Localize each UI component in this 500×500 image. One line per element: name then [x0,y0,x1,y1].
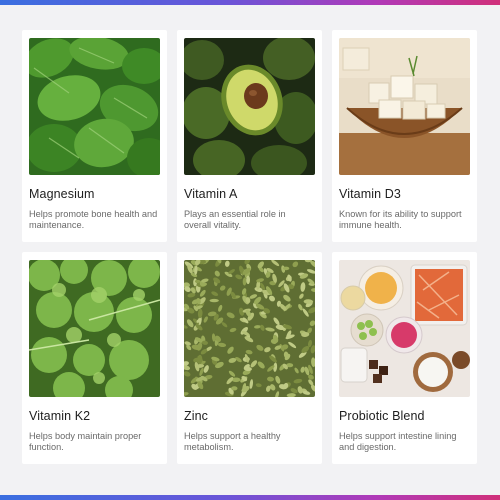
kale-photo [29,260,160,397]
pumpkin-seeds-photo [184,260,315,397]
nutrient-name: Magnesium [29,187,95,201]
nutrient-grid: Magnesium Helps promote bone health and … [22,30,477,464]
top-gradient-bar [0,0,500,5]
bottom-gradient-bar [0,495,500,500]
nutrient-card-vitamin-a: Vitamin A Plays an essential role in ove… [177,30,322,242]
nutrient-card-magnesium: Magnesium Helps promote bone health and … [22,30,167,242]
seed-mark [209,298,219,303]
nutrient-card-vitamin-k2: Vitamin K2 Helps body maintain proper fu… [22,252,167,464]
nutrient-name: Probiotic Blend [339,409,425,423]
nutrient-name: Vitamin K2 [29,409,91,423]
tofu-bowl-photo [339,38,470,175]
seed-mark [283,266,290,271]
nutrient-name: Vitamin D3 [339,187,401,201]
seed-mark [246,275,250,285]
nutrient-description: Plays an essential role in overall vital… [184,209,286,231]
avocados-photo [184,38,315,175]
nutrient-description: Known for its ability to support immune … [339,209,462,231]
seed-mark [231,386,238,391]
nutrient-description: Helps support a healthy metabolism. [184,431,281,453]
nutrient-card-vitamin-d3: Vitamin D3 Known for its ability to supp… [332,30,477,242]
spinach-leaves-photo [29,38,160,175]
nutrient-card-zinc: Zinc Helps support a healthy metabolism. [177,252,322,464]
nutrient-name: Vitamin A [184,187,238,201]
nutrient-name: Zinc [184,409,209,423]
fermented-foods-photo [339,260,470,397]
nutrient-description: Helps promote bone health and maintenanc… [29,209,158,231]
nutrient-card-probiotic-blend: Probiotic Blend Helps support intestine … [332,252,477,464]
nutrient-description: Helps body maintain proper function. [29,431,142,453]
nutrient-description: Helps support intestine lining and diges… [339,431,457,453]
